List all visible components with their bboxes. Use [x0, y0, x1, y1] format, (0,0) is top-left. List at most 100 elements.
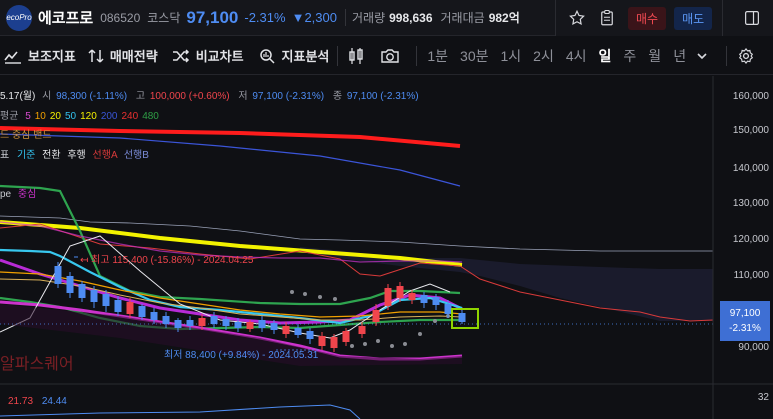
ma-period-5: 5 — [25, 111, 31, 122]
ichimoku-legend[interactable]: 표 기준 전환 후행 선행A 선행B — [0, 146, 149, 161]
market-label: 코스닥 — [147, 11, 181, 25]
camera-icon[interactable] — [380, 48, 406, 64]
gear-icon[interactable] — [737, 47, 761, 65]
strategy-icon — [88, 48, 104, 63]
ichimoku-lagging: 후행 — [67, 150, 86, 161]
change-percent: -2.31% — [244, 10, 286, 25]
bb-legend[interactable]: 드 중심 밴드 — [0, 126, 52, 141]
trade-value: 982억 — [488, 11, 520, 25]
strategy-button[interactable]: 매매전략 — [88, 46, 158, 65]
ichimoku-conversion: 전환 — [42, 150, 61, 161]
price-tick: 120,000 — [732, 234, 769, 245]
sell-button[interactable]: 매도 — [674, 6, 713, 30]
ichimoku-leading-a: 선행A — [92, 150, 118, 161]
star-icon[interactable] — [562, 3, 592, 33]
ma-period-10: 10 — [34, 111, 46, 122]
buy-button[interactable]: 매수 — [628, 6, 667, 30]
indicator-icon — [4, 50, 21, 64]
candle-body — [408, 293, 416, 300]
low-label: 저 — [238, 91, 248, 102]
candle-body — [78, 284, 86, 298]
timeframe-tab[interactable]: 월 — [642, 46, 667, 66]
candle-body — [198, 318, 206, 326]
chart-canvas — [0, 76, 773, 419]
current-price-tag-change: -2.31% — [729, 323, 761, 334]
header-actions: 매수 매도 — [555, 0, 773, 36]
candle-body — [396, 286, 404, 298]
high-note: 최고 115,400 (-15.86%) - 2024.04.25 — [91, 255, 254, 266]
envelope-label: pe — [0, 189, 12, 200]
candle-body — [372, 310, 380, 322]
candle-body — [138, 306, 146, 317]
candle-body — [162, 316, 170, 324]
timeframe-tab[interactable]: 주 — [617, 46, 642, 66]
price-tick: 130,000 — [732, 198, 769, 209]
candle-body — [294, 328, 302, 335]
sub-axis-tick: 32 — [757, 392, 769, 403]
close-value: 97,100 (-2.31%) — [346, 91, 419, 102]
price-tick: 90,000 — [738, 342, 769, 353]
shuffle-icon — [172, 48, 189, 63]
ma-period-50: 50 — [65, 111, 77, 122]
timeframe-tab[interactable]: 1시 — [495, 46, 528, 66]
indicators-button[interactable]: 보조지표 — [4, 46, 76, 65]
volume-value: 998,636 — [389, 10, 433, 25]
timeframe-tab[interactable]: 1분 — [421, 46, 454, 66]
candle-body — [126, 302, 134, 314]
panel-toggle-icon[interactable] — [737, 3, 767, 33]
high-value: 100,000 (+0.60%) — [149, 91, 230, 102]
low-annotation: 최저 88,400 (+9.84%) - 2024.05.31 — [164, 346, 318, 361]
current-price-tag-value: 97,100 — [729, 308, 761, 319]
logo-text: ecoPro — [6, 13, 32, 22]
ma240-line — [0, 126, 461, 148]
analysis-button[interactable]: 지표분석 — [258, 46, 329, 65]
envelope-legend[interactable]: pe 중심 — [0, 185, 36, 200]
chevron-down-icon[interactable] — [696, 51, 714, 61]
candle-body — [358, 326, 366, 334]
current-price-tag: 97,100 -2.31% — [720, 301, 770, 341]
chart-toolbar: 보조지표 매매전략 비교차트 지표분석 1분 30분 1시 2시 4시 일 주 월 년 — [0, 37, 773, 75]
sub-value-2: 24.44 — [41, 396, 67, 407]
sub-indicator-line — [0, 404, 361, 419]
stock-name[interactable]: 에코프로 — [38, 7, 93, 28]
close-label: 종 — [332, 91, 343, 102]
candle-body — [342, 331, 350, 342]
ma-periods: 5 10 20 50 120 200 240 480 — [21, 111, 159, 122]
timeframe-tab[interactable]: 30분 — [454, 46, 494, 66]
analysis-icon — [259, 48, 275, 64]
candle-body — [330, 337, 338, 348]
candle-body — [420, 295, 428, 303]
open-value: 98,300 (-1.11%) — [56, 91, 128, 102]
ma-period-120: 120 — [80, 111, 97, 122]
candle-body — [150, 312, 158, 320]
candle-body — [270, 323, 278, 330]
down-triangle-icon: ▼ — [291, 10, 305, 25]
divider — [416, 45, 418, 66]
change-amount-value: 2,300 — [304, 10, 337, 25]
indicators-label: 보조지표 — [28, 49, 76, 64]
sub-value-1: 21.73 — [8, 396, 34, 407]
ma-legend[interactable]: 평균 5 10 20 50 120 200 240 480 — [0, 107, 159, 122]
candle-body — [318, 336, 326, 346]
candle-body — [258, 320, 266, 328]
compare-button[interactable]: 비교차트 — [172, 46, 244, 65]
candle-body — [444, 304, 452, 314]
high-label: 고 — [135, 91, 146, 102]
timeframe-tab[interactable]: 일 — [593, 46, 618, 66]
candle-body — [222, 319, 230, 326]
compare-label: 비교차트 — [195, 49, 244, 64]
ma-period-240: 240 — [121, 111, 139, 122]
stock-code: 086520 — [100, 10, 141, 25]
timeframe-tab[interactable]: 4시 — [560, 46, 593, 66]
price-chart[interactable]: 5.17(월) 시 98,300 (-1.11%) 고 100,000 (+0.… — [0, 76, 773, 419]
candle-type-icon[interactable] — [348, 47, 370, 65]
timeframe-tab[interactable]: 년 — [667, 46, 692, 66]
memo-icon[interactable] — [592, 3, 622, 33]
watermark: 알파스퀘어 — [0, 356, 74, 373]
candle-body — [174, 320, 182, 328]
ma-period-20: 20 — [49, 111, 61, 122]
timeframe-tab[interactable]: 2시 — [527, 46, 560, 66]
candle-body — [66, 276, 74, 293]
sub-legend: 21.73 24.44 — [8, 396, 67, 407]
divider — [726, 45, 728, 66]
